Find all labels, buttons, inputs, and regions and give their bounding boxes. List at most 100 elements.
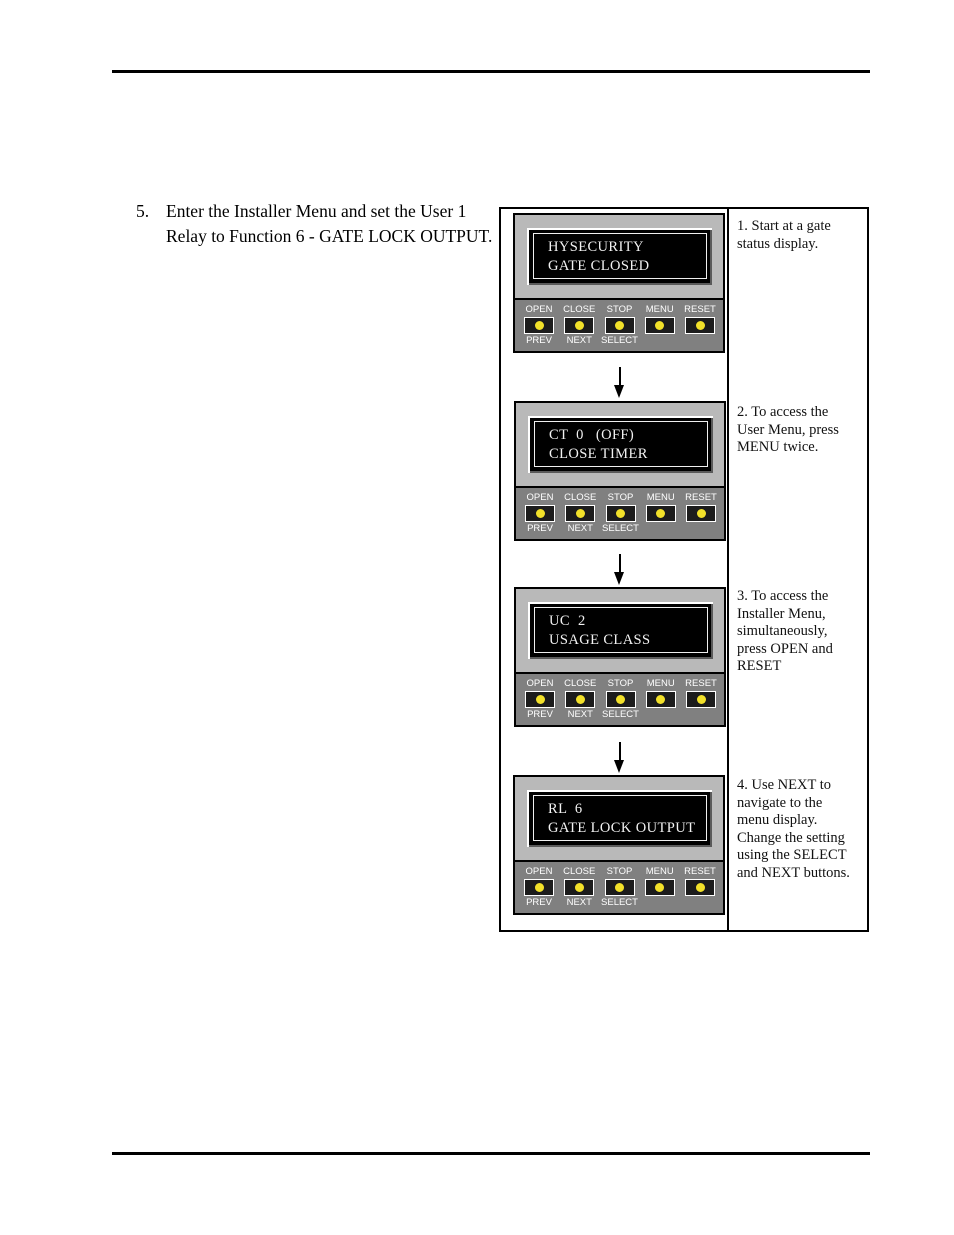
- key-close[interactable]: CLOSE NEXT: [561, 492, 599, 535]
- lcd-screen-2: CT 0 (OFF) CLOSE TIMER: [534, 421, 708, 467]
- lcd-line-2: GATE LOCK OUTPUT: [548, 820, 696, 836]
- key-menu-label: MENU: [645, 866, 674, 877]
- key-open[interactable]: OPEN PREV: [521, 678, 559, 721]
- key-close[interactable]: CLOSE NEXT: [560, 304, 598, 347]
- key-open-label: OPEN: [526, 678, 554, 689]
- keypad-4: OPEN PREV CLOSE NEXT STOP SELECT MENU RE…: [515, 860, 723, 913]
- key-prev-label: PREV: [526, 897, 552, 908]
- key-stop-button[interactable]: [605, 505, 636, 522]
- led-icon: [696, 695, 706, 704]
- key-menu-button[interactable]: [645, 691, 676, 708]
- lcd-line-1: UC 2: [549, 613, 586, 629]
- key-reset[interactable]: RESET: [681, 866, 719, 909]
- key-menu-button[interactable]: [644, 879, 675, 896]
- step-caption-1: 1. Start at a gate status display.: [737, 218, 831, 252]
- led-icon: [535, 509, 545, 518]
- key-select-label: SELECT: [601, 335, 638, 346]
- key-open-button[interactable]: [524, 317, 554, 334]
- lcd-screen-4: RL 6 GATE LOCK OUTPUT: [533, 795, 707, 841]
- key-stop-button[interactable]: [604, 879, 635, 896]
- key-reset[interactable]: RESET: [681, 304, 719, 347]
- key-stop[interactable]: STOP SELECT: [602, 492, 640, 535]
- key-menu-label: MENU: [646, 492, 675, 503]
- controller-panel-2[interactable]: CT 0 (OFF) CLOSE TIMER OPEN PREV CLOSE N…: [514, 401, 726, 541]
- key-reset-button[interactable]: [686, 505, 716, 522]
- key-close-button[interactable]: [565, 505, 596, 522]
- key-menu-button[interactable]: [644, 317, 675, 334]
- key-menu-button[interactable]: [645, 505, 676, 522]
- header-rule: [112, 70, 870, 73]
- key-reset-button[interactable]: [685, 879, 715, 896]
- keypad-1: OPEN PREV CLOSE NEXT STOP SELECT MENU RE…: [515, 298, 723, 351]
- key-open[interactable]: OPEN PREV: [520, 866, 558, 909]
- key-stop-label: STOP: [606, 304, 633, 315]
- key-menu[interactable]: MENU: [642, 492, 680, 535]
- key-select-label: SELECT: [602, 523, 639, 534]
- arrow-head-icon: [614, 385, 624, 398]
- lcd-line-1: CT 0 (OFF): [549, 427, 635, 443]
- key-open-button[interactable]: [525, 505, 555, 522]
- key-reset-button[interactable]: [685, 317, 715, 334]
- figure-column-divider: [727, 209, 729, 930]
- key-stop-button[interactable]: [605, 691, 636, 708]
- key-open[interactable]: OPEN PREV: [520, 304, 558, 347]
- key-reset-label: RESET: [684, 304, 716, 315]
- arrow-head-icon: [614, 760, 624, 773]
- led-icon: [696, 509, 706, 518]
- controller-panel-4[interactable]: RL 6 GATE LOCK OUTPUT OPEN PREV CLOSE NE…: [513, 775, 725, 915]
- key-reset[interactable]: RESET: [682, 492, 720, 535]
- key-prev-label: PREV: [527, 523, 553, 534]
- key-close-button[interactable]: [564, 879, 595, 896]
- key-reset-button[interactable]: [686, 691, 716, 708]
- lcd-screen-3: UC 2 USAGE CLASS: [534, 607, 708, 653]
- key-stop-button[interactable]: [604, 317, 635, 334]
- key-reset[interactable]: RESET: [682, 678, 720, 721]
- step-caption-3: 3. To access the Installer Menu, simulta…: [737, 588, 833, 674]
- key-menu[interactable]: MENU: [641, 866, 679, 909]
- key-menu[interactable]: MENU: [641, 304, 679, 347]
- key-stop[interactable]: STOP SELECT: [601, 304, 639, 347]
- key-stop-label: STOP: [607, 492, 634, 503]
- step-caption-4: 4. Use NEXT to navigate to the menu disp…: [737, 777, 850, 881]
- lcd-bezel-4: RL 6 GATE LOCK OUTPUT: [527, 790, 712, 847]
- panel-face-3: UC 2 USAGE CLASS: [516, 589, 724, 672]
- keypad-3: OPEN PREV CLOSE NEXT STOP SELECT MENU RE…: [516, 672, 724, 725]
- key-open-button[interactable]: [524, 879, 554, 896]
- flow-arrow-1: [613, 367, 627, 399]
- led-icon: [574, 883, 584, 892]
- key-close-label: CLOSE: [564, 678, 597, 689]
- key-select-label: SELECT: [601, 897, 638, 908]
- led-icon: [616, 509, 625, 518]
- step-caption-2: 2. To access the User Menu, press MENU t…: [737, 404, 839, 455]
- led-icon: [615, 883, 624, 892]
- key-close-button[interactable]: [565, 691, 596, 708]
- key-stop-label: STOP: [607, 678, 634, 689]
- key-close[interactable]: CLOSE NEXT: [561, 678, 599, 721]
- key-stop[interactable]: STOP SELECT: [601, 866, 639, 909]
- key-menu-label: MENU: [645, 304, 674, 315]
- key-next-label: NEXT: [566, 335, 592, 346]
- controller-panel-3[interactable]: UC 2 USAGE CLASS OPEN PREV CLOSE NEXT ST…: [514, 587, 726, 727]
- lcd-line-2: CLOSE TIMER: [549, 446, 648, 462]
- key-menu[interactable]: MENU: [642, 678, 680, 721]
- led-icon: [655, 321, 665, 330]
- instruction-text: Enter the Installer Menu and set the Use…: [166, 201, 493, 246]
- controller-panel-1[interactable]: HYSECURITY GATE CLOSED OPEN PREV CLOSE N…: [513, 213, 725, 353]
- key-close-button[interactable]: [564, 317, 595, 334]
- lcd-line-2: GATE CLOSED: [548, 258, 650, 274]
- led-icon: [574, 321, 584, 330]
- key-reset-label: RESET: [685, 678, 717, 689]
- led-icon: [695, 883, 705, 892]
- led-icon: [575, 695, 585, 704]
- arrow-head-icon: [614, 572, 624, 585]
- key-open[interactable]: OPEN PREV: [521, 492, 559, 535]
- panel-face-2: CT 0 (OFF) CLOSE TIMER: [516, 403, 724, 486]
- key-stop-label: STOP: [606, 866, 633, 877]
- key-open-button[interactable]: [525, 691, 555, 708]
- key-stop[interactable]: STOP SELECT: [602, 678, 640, 721]
- key-open-label: OPEN: [525, 866, 553, 877]
- procedure-figure: HYSECURITY GATE CLOSED OPEN PREV CLOSE N…: [499, 207, 869, 932]
- key-menu-label: MENU: [646, 678, 675, 689]
- panel-face-1: HYSECURITY GATE CLOSED: [515, 215, 723, 298]
- key-close[interactable]: CLOSE NEXT: [560, 866, 598, 909]
